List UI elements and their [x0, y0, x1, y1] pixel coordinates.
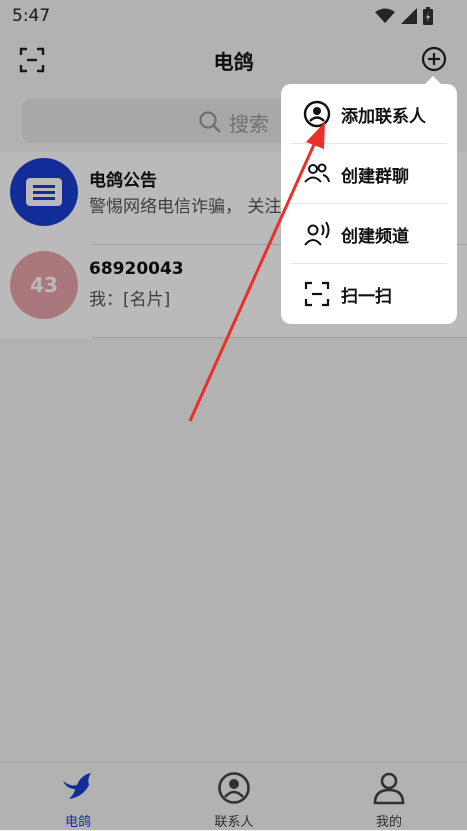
- app-screen: 5:47 电鸽 搜索 电鸽公告 警惕网络电信诈骗， 关注 43 68920043…: [0, 0, 467, 831]
- annotation-arrow: [188, 122, 325, 422]
